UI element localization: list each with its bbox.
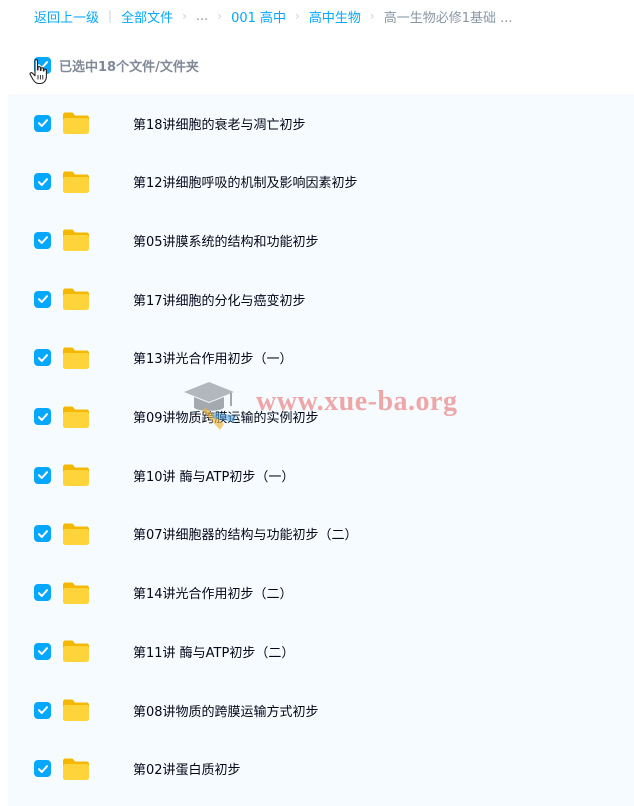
file-row[interactable]: 第11讲 酶与ATP初步（二）: [8, 622, 634, 680]
folder-icon: [61, 756, 91, 782]
file-row[interactable]: 第14讲光合作用初步（二）: [8, 564, 634, 622]
check-icon: [37, 706, 48, 714]
folder-icon: [61, 697, 91, 723]
chevron-right-icon: ›: [295, 9, 300, 23]
file-name[interactable]: 第08讲物质的跨膜运输方式初步: [133, 701, 319, 720]
folder-icon: [61, 169, 91, 195]
file-name[interactable]: 第11讲 酶与ATP初步（二）: [133, 642, 294, 661]
row-checkbox[interactable]: [34, 466, 51, 484]
check-icon: [37, 236, 48, 245]
selection-bar: 已选中18个文件/文件夹: [34, 54, 199, 76]
folder-icon: [61, 110, 91, 136]
file-row[interactable]: 第07讲细胞器的结构与功能初步（二）: [8, 505, 634, 563]
breadcrumb-level2[interactable]: 高中生物: [309, 7, 361, 26]
check-icon: [37, 647, 48, 656]
breadcrumb: 返回上一级 | 全部文件 › ... › 001 高中 › 高中生物 › 高一生…: [34, 0, 513, 32]
check-icon: [37, 119, 48, 127]
folder-icon: [61, 345, 91, 371]
folder-icon: [61, 286, 91, 312]
file-row[interactable]: 第18讲细胞的衰老与凋亡初步: [8, 94, 634, 152]
file-name[interactable]: 第14讲光合作用初步（二）: [133, 583, 293, 602]
row-checkbox[interactable]: [34, 642, 51, 660]
select-all-checkbox[interactable]: [34, 56, 51, 74]
check-icon: [37, 530, 48, 538]
check-icon: [37, 471, 48, 480]
file-row[interactable]: 第02讲蛋白质初步: [8, 740, 634, 798]
folder-icon: [61, 404, 91, 430]
row-checkbox[interactable]: [34, 584, 51, 602]
check-icon: [37, 588, 48, 597]
check-icon: [37, 295, 48, 304]
check-icon: [37, 412, 48, 421]
file-name[interactable]: 第02讲蛋白质初步: [133, 759, 241, 778]
file-name[interactable]: 第10讲 酶与ATP初步（一）: [133, 466, 294, 485]
file-row[interactable]: 第05讲膜系统的结构和功能初步: [8, 211, 634, 269]
breadcrumb-all-files[interactable]: 全部文件: [121, 7, 173, 26]
file-name[interactable]: 第12讲细胞呼吸的机制及影响因素初步: [133, 172, 358, 191]
chevron-right-icon: ›: [217, 9, 223, 23]
file-row[interactable]: 第10讲 酶与ATP初步（一）: [8, 446, 634, 504]
breadcrumb-level1[interactable]: 001 高中: [231, 7, 286, 26]
file-name[interactable]: 第09讲物质跨膜运输的实例初步: [133, 407, 319, 426]
file-name[interactable]: 第07讲细胞器的结构与功能初步（二）: [133, 524, 358, 543]
folder-icon: [61, 462, 91, 488]
folder-icon: [61, 580, 91, 606]
breadcrumb-ellipsis[interactable]: ...: [196, 9, 208, 24]
back-link[interactable]: 返回上一级: [34, 7, 99, 26]
selection-count-text: 已选中18个文件/文件夹: [59, 59, 199, 75]
row-checkbox[interactable]: [34, 760, 51, 778]
folder-icon: [61, 638, 91, 664]
file-name[interactable]: 第13讲光合作用初步（一）: [133, 348, 293, 367]
file-row[interactable]: 第08讲物质的跨膜运输方式初步: [8, 681, 634, 739]
file-name[interactable]: 第17讲细胞的分化与癌变初步: [133, 290, 306, 309]
check-icon: [37, 177, 48, 186]
row-checkbox[interactable]: [34, 349, 51, 367]
row-checkbox[interactable]: [34, 408, 51, 425]
chevron-right-icon: ›: [182, 9, 187, 23]
row-checkbox[interactable]: [34, 231, 51, 249]
file-row[interactable]: 第17讲细胞的分化与癌变初步: [8, 270, 634, 328]
row-checkbox[interactable]: [34, 701, 51, 719]
folder-icon: [61, 521, 91, 547]
file-list: 第18讲细胞的衰老与凋亡初步第12讲细胞呼吸的机制及影响因素初步 第05讲膜系统的…: [8, 94, 634, 806]
check-icon: [37, 764, 48, 773]
file-browser: 返回上一级 | 全部文件 › ... › 001 高中 › 高中生物 › 高一生…: [0, 0, 634, 806]
check-icon: [37, 353, 48, 362]
check-icon: [37, 61, 48, 69]
chevron-right-icon: ›: [369, 9, 375, 23]
file-row[interactable]: 第12讲细胞呼吸的机制及影响因素初步: [8, 153, 634, 211]
file-name[interactable]: 第18讲细胞的衰老与凋亡初步: [133, 114, 306, 133]
breadcrumb-separator: |: [108, 9, 113, 23]
folder-icon: [61, 227, 91, 253]
row-checkbox[interactable]: [34, 290, 51, 308]
file-name[interactable]: 第05讲膜系统的结构和功能初步: [133, 231, 319, 250]
row-checkbox[interactable]: [34, 173, 51, 191]
file-row[interactable]: 第09讲物质跨膜运输的实例初步: [8, 388, 634, 446]
row-checkbox[interactable]: [34, 114, 51, 132]
row-checkbox[interactable]: [34, 525, 51, 543]
file-row[interactable]: 第13讲光合作用初步（一）: [8, 329, 634, 387]
breadcrumb-current: 高一生物必修1基础 ...: [383, 10, 513, 26]
